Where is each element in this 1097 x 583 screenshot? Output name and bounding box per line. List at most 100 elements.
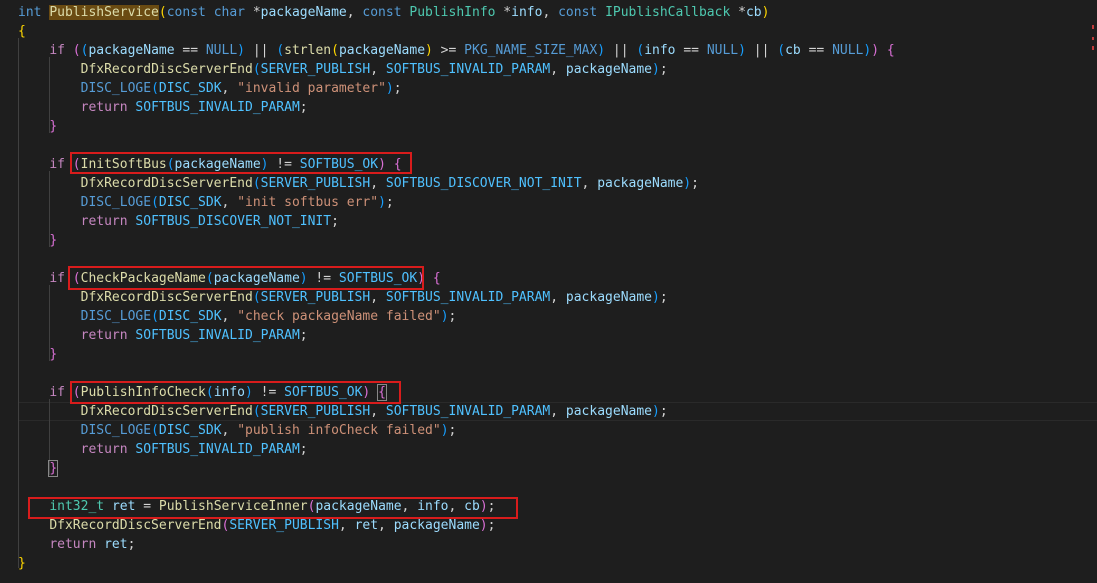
code-token: ( xyxy=(252,176,261,191)
code-line: DISC_LOGE(DISC_SDK, "invalid parameter")… xyxy=(18,79,402,98)
code-token: { xyxy=(886,43,895,58)
code-token: if xyxy=(49,43,65,58)
code-token: } xyxy=(18,556,26,571)
code-token: return xyxy=(80,442,128,457)
highlight-box-initsoftbus xyxy=(70,152,412,174)
code-token: PublishInfo xyxy=(409,5,496,20)
code-token: "init softbus err" xyxy=(237,195,379,210)
code-token: ) xyxy=(425,43,433,58)
code-token: ) xyxy=(378,195,386,210)
code-token: DISC_SDK xyxy=(158,195,222,210)
code-token: PublishService xyxy=(49,5,159,20)
code-token: ; xyxy=(659,62,668,77)
code-token: DISC_SDK xyxy=(158,423,222,438)
code-token: || xyxy=(245,43,277,58)
code-token: SOFTBUS_INVALID_PARAM xyxy=(385,290,551,305)
code-token: ) xyxy=(652,290,660,305)
code-token: , xyxy=(550,290,566,305)
code-token: packageName xyxy=(597,176,684,191)
code-line: DfxRecordDiscServerEnd(SERVER_PUBLISH, S… xyxy=(18,402,668,421)
code-line: if ((packageName == NULL) || (strlen(pac… xyxy=(18,41,895,60)
code-token: DfxRecordDiscServerEnd xyxy=(80,62,253,77)
code-token: * xyxy=(495,5,512,20)
code-token: strlen xyxy=(284,43,332,58)
scrollbar-error-marker xyxy=(1092,37,1094,40)
code-token: ( xyxy=(151,195,159,210)
code-token: DISC_LOGE xyxy=(80,309,152,324)
code-token: , xyxy=(370,62,386,77)
code-token: const xyxy=(558,5,598,20)
code-token: ; xyxy=(393,81,402,96)
code-token: } xyxy=(48,460,59,477)
code-token: ; xyxy=(448,309,457,324)
code-token: DfxRecordDiscServerEnd xyxy=(80,176,253,191)
code-token: ( xyxy=(151,309,159,324)
highlight-box-checkpackagename xyxy=(68,266,424,290)
code-token: packageName xyxy=(88,43,175,58)
code-token: SOFTBUS_INVALID_PARAM xyxy=(385,62,551,77)
code-token: , xyxy=(370,404,386,419)
code-token: ) xyxy=(385,81,394,96)
code-token: ) xyxy=(652,62,660,77)
code-token: * xyxy=(245,5,261,20)
code-token: * xyxy=(730,5,746,20)
code-token: "publish infoCheck failed" xyxy=(237,423,441,438)
code-token: ( xyxy=(252,404,261,419)
code-token: , xyxy=(542,5,559,20)
code-token: ) xyxy=(479,518,488,533)
code-token: "check packageName failed" xyxy=(237,309,441,324)
code-token: DfxRecordDiscServerEnd xyxy=(80,290,253,305)
code-token: , xyxy=(581,176,598,191)
code-token: , xyxy=(221,309,238,324)
code-token: cb xyxy=(785,43,801,58)
code-token: DfxRecordDiscServerEnd xyxy=(80,404,253,419)
code-token: packageName xyxy=(565,404,652,419)
code-token: { xyxy=(18,24,26,39)
code-token: , xyxy=(221,81,238,96)
code-token: ) xyxy=(440,309,449,324)
code-token: } xyxy=(49,347,58,362)
code-line: return ret; xyxy=(18,535,135,554)
code-token: ( xyxy=(151,423,159,438)
code-token: || xyxy=(745,43,778,58)
code-token: ) xyxy=(683,176,692,191)
code-token: , xyxy=(370,176,386,191)
code-token: packageName xyxy=(565,62,652,77)
code-token: packageName xyxy=(338,43,426,58)
code-token: , xyxy=(346,5,363,20)
code-editor[interactable]: int PublishService(const char *packageNa… xyxy=(0,0,1097,583)
code-token: ( xyxy=(331,43,339,58)
code-line: DISC_LOGE(DISC_SDK, "publish infoCheck f… xyxy=(18,421,457,440)
code-line: DfxRecordDiscServerEnd(SERVER_PUBLISH, S… xyxy=(18,288,668,307)
code-token: IPublishCallback xyxy=(605,5,731,20)
scrollbar-error-marker xyxy=(1092,25,1094,29)
code-token: const xyxy=(362,5,402,20)
code-token: return xyxy=(49,537,97,552)
code-line: DISC_LOGE(DISC_SDK, "init softbus err"); xyxy=(18,193,394,212)
code-token: packageName xyxy=(565,290,652,305)
code-token: ) xyxy=(761,5,770,20)
code-token: ret xyxy=(104,537,128,552)
code-token: if xyxy=(49,385,65,400)
code-token: == xyxy=(174,43,206,58)
code-line: { xyxy=(18,22,26,41)
code-token: ) xyxy=(237,43,245,58)
code-token: SERVER_PUBLISH xyxy=(260,404,371,419)
code-token: info xyxy=(644,43,676,58)
code-token: ( xyxy=(276,43,285,58)
code-token: == xyxy=(800,43,833,58)
code-token: NULL xyxy=(205,43,238,58)
code-token: PKG_NAME_SIZE_MAX xyxy=(464,43,598,58)
code-token: SOFTBUS_INVALID_PARAM xyxy=(135,442,300,457)
